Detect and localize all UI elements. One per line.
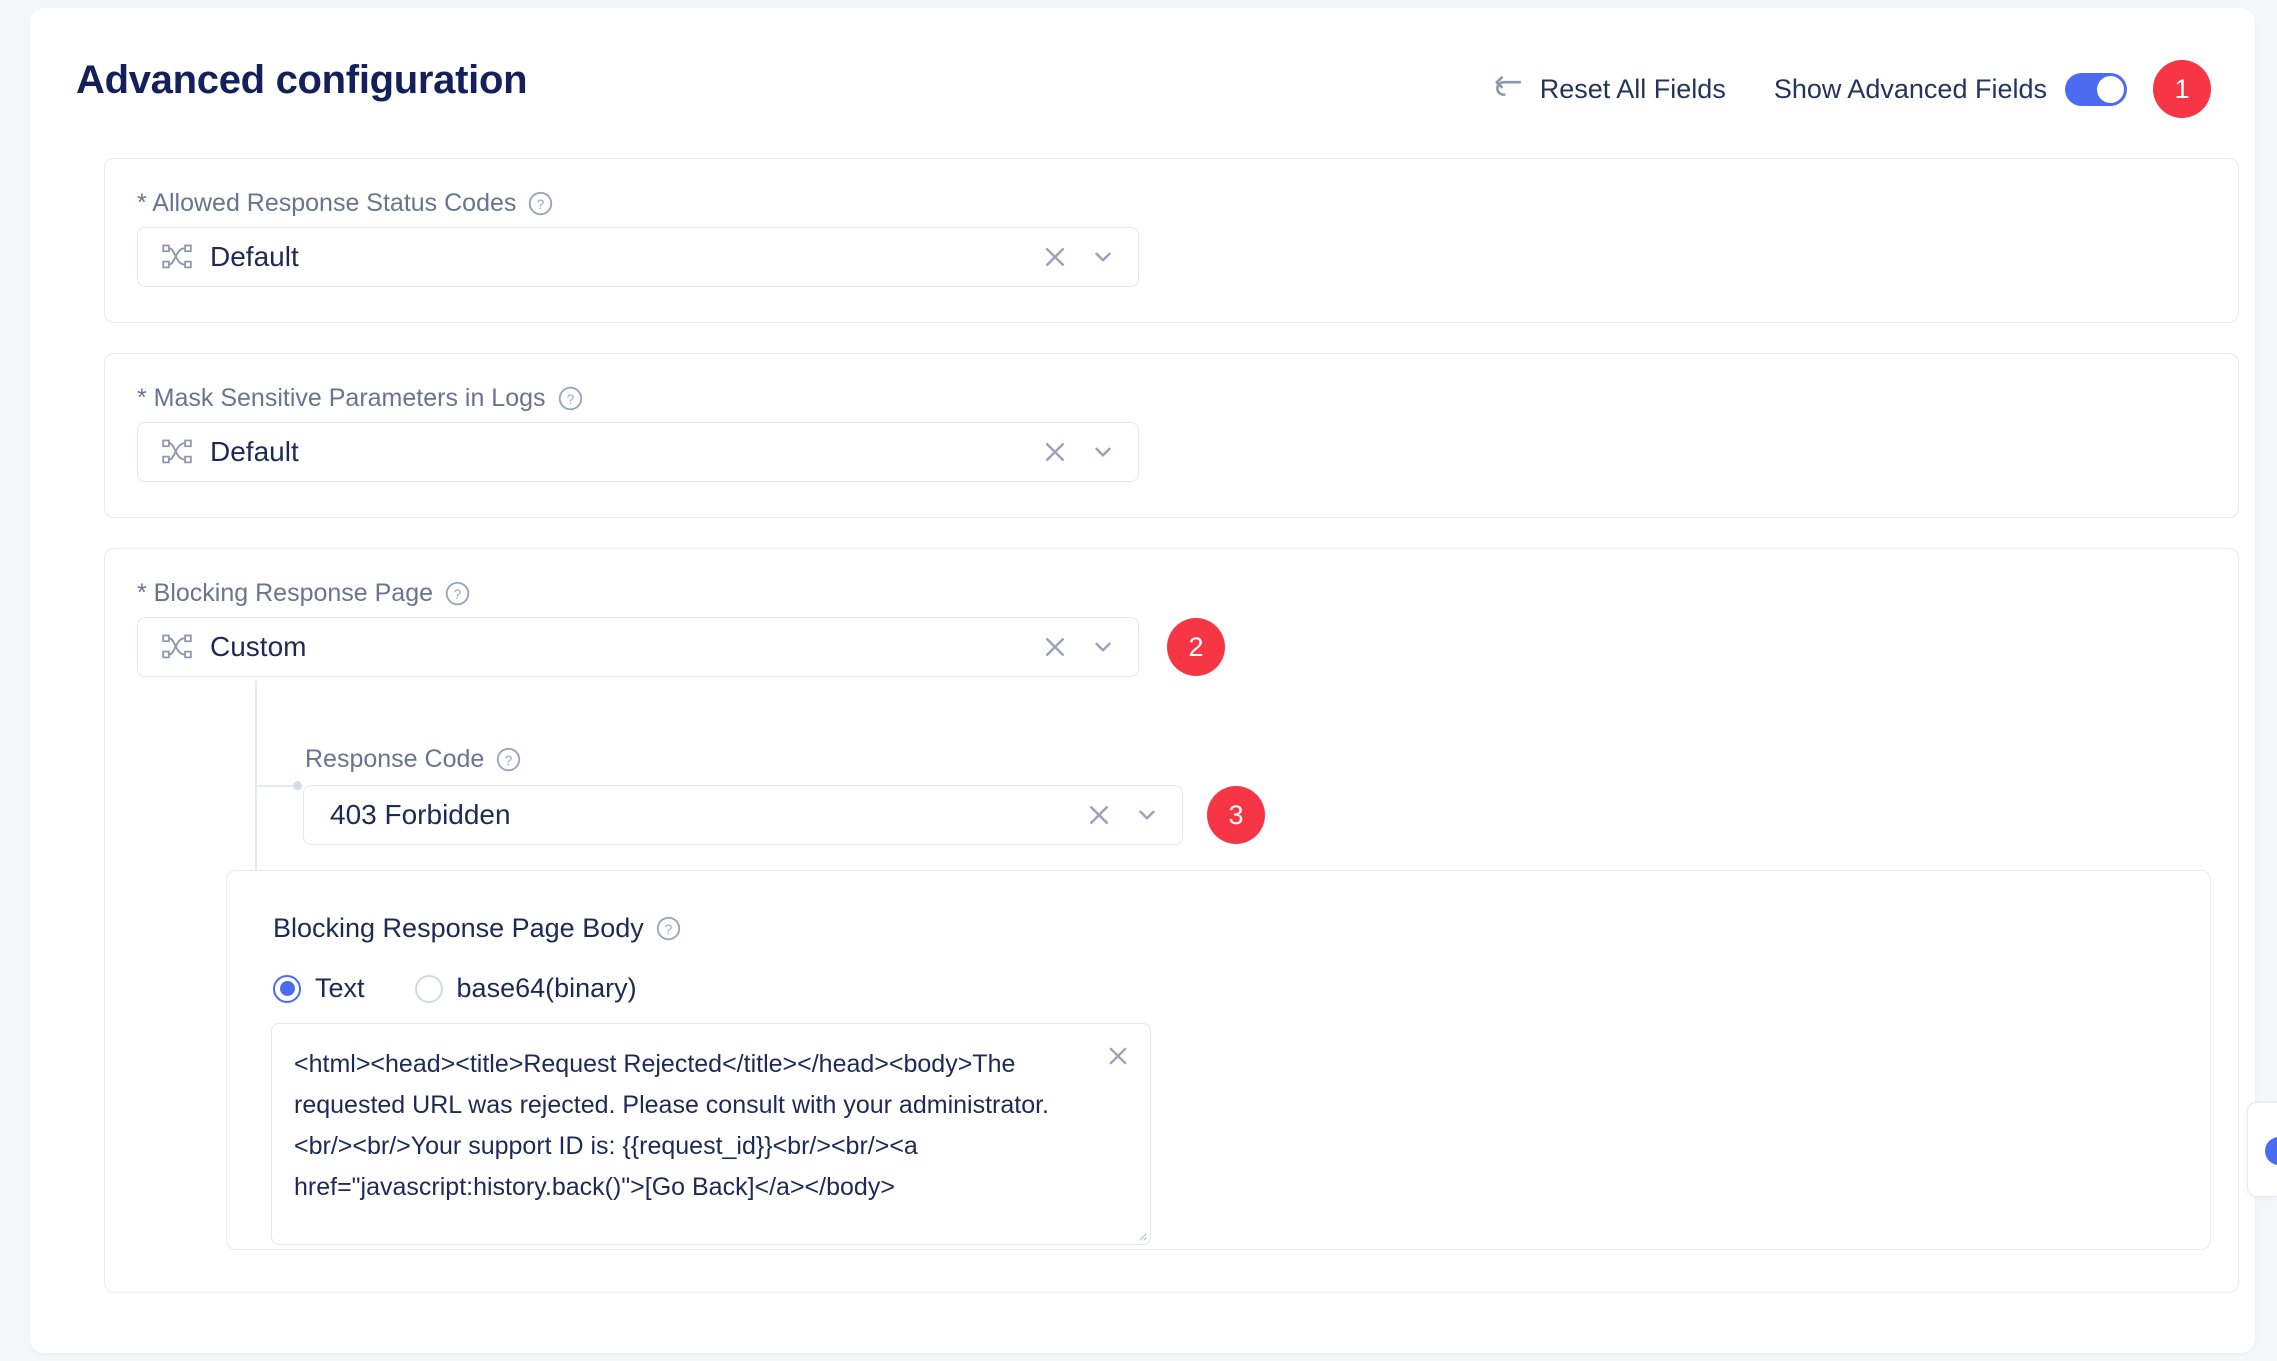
clear-icon[interactable] (1106, 1044, 1130, 1068)
side-panel-icon (2265, 1137, 2277, 1165)
radio-indicator (415, 975, 443, 1003)
allowed-status-codes-select[interactable]: Default (137, 227, 1139, 287)
reset-all-fields-label: Reset All Fields (1540, 74, 1726, 105)
response-page-body-label-text: Blocking Response Page Body (273, 913, 644, 944)
clear-icon[interactable] (1042, 634, 1068, 660)
chevron-down-icon[interactable] (1090, 439, 1116, 465)
blocking-response-page-select[interactable]: Custom (137, 617, 1139, 677)
help-circle-icon[interactable]: ? (496, 747, 521, 772)
floating-side-panel[interactable] (2247, 1102, 2277, 1197)
response-code-label-text: Response Code (305, 745, 484, 774)
toggle-knob (2097, 76, 2124, 103)
show-advanced-fields-label: Show Advanced Fields (1774, 74, 2047, 105)
mask-sensitive-value: Default (210, 436, 1042, 468)
clear-icon[interactable] (1042, 439, 1068, 465)
help-circle-icon[interactable]: ? (558, 386, 583, 411)
response-body-textarea[interactable]: <html><head><title>Request Rejected</tit… (294, 1044, 1062, 1228)
svg-text:?: ? (454, 587, 462, 602)
blocking-response-page-label: * Blocking Response Page ? (137, 579, 470, 608)
response-code-label: Response Code ? (305, 745, 521, 774)
tree-connector-branch-response-code (255, 785, 297, 787)
response-code-select[interactable]: 403 Forbidden (303, 785, 1183, 845)
radio-option-text-label: Text (315, 973, 365, 1004)
response-code-value: 403 Forbidden (330, 799, 1086, 831)
radio-option-base64[interactable]: base64(binary) (415, 973, 637, 1004)
field-group-allowed-status-codes: * Allowed Response Status Codes ? Defaul… (104, 158, 2239, 323)
svg-text:?: ? (505, 753, 513, 768)
allowed-status-codes-label: * Allowed Response Status Codes ? (137, 189, 553, 218)
help-circle-icon[interactable]: ? (656, 916, 681, 941)
tree-connector-dot (293, 781, 302, 790)
radio-inner-dot (280, 981, 295, 996)
radio-indicator (273, 975, 301, 1003)
blocking-response-page-value: Custom (210, 631, 1042, 663)
blocking-response-page-label-text: * Blocking Response Page (137, 579, 433, 608)
annotation-badge-2: 2 (1167, 618, 1225, 676)
resize-handle-icon[interactable] (1135, 1229, 1147, 1241)
allowed-status-codes-label-text: * Allowed Response Status Codes (137, 189, 516, 218)
help-circle-icon[interactable]: ? (445, 581, 470, 606)
chevron-down-icon[interactable] (1134, 802, 1160, 828)
response-body-format-radio-group: Text base64(binary) (273, 973, 637, 1004)
header-actions: Reset All Fields Show Advanced Fields 1 (1492, 60, 2211, 118)
annotation-badge-3: 3 (1207, 786, 1265, 844)
app-root: Advanced configuration Reset All Fields … (0, 0, 2277, 1361)
reset-all-fields-button[interactable]: Reset All Fields (1492, 74, 1726, 105)
advanced-configuration-card: Advanced configuration Reset All Fields … (30, 8, 2255, 1353)
shuffle-icon (162, 634, 192, 660)
allowed-status-codes-value: Default (210, 241, 1042, 273)
clear-icon[interactable] (1086, 802, 1112, 828)
svg-text:?: ? (664, 922, 672, 937)
annotation-badge-1: 1 (2153, 60, 2211, 118)
blocking-response-page-body-card: Blocking Response Page Body ? Text base6… (226, 870, 2211, 1250)
shuffle-icon (162, 244, 192, 270)
response-page-body-label: Blocking Response Page Body ? (273, 913, 681, 944)
mask-sensitive-label: * Mask Sensitive Parameters in Logs ? (137, 384, 583, 413)
radio-option-base64-label: base64(binary) (457, 973, 637, 1004)
page-title: Advanced configuration (76, 58, 527, 103)
show-advanced-fields-toggle[interactable] (2065, 73, 2127, 106)
svg-text:?: ? (566, 392, 574, 407)
clear-icon[interactable] (1042, 244, 1068, 270)
card-header: Advanced configuration Reset All Fields … (30, 8, 2255, 136)
svg-text:?: ? (537, 197, 545, 212)
help-circle-icon[interactable]: ? (528, 191, 553, 216)
radio-option-text[interactable]: Text (273, 973, 365, 1004)
chevron-down-icon[interactable] (1090, 244, 1116, 270)
mask-sensitive-label-text: * Mask Sensitive Parameters in Logs (137, 384, 546, 413)
undo-arrow-icon (1492, 74, 1526, 104)
chevron-down-icon[interactable] (1090, 634, 1116, 660)
shuffle-icon (162, 439, 192, 465)
field-group-mask-sensitive-parameters: * Mask Sensitive Parameters in Logs ? De… (104, 353, 2239, 518)
mask-sensitive-select[interactable]: Default (137, 422, 1139, 482)
response-body-textarea-wrapper[interactable]: <html><head><title>Request Rejected</tit… (271, 1023, 1151, 1245)
